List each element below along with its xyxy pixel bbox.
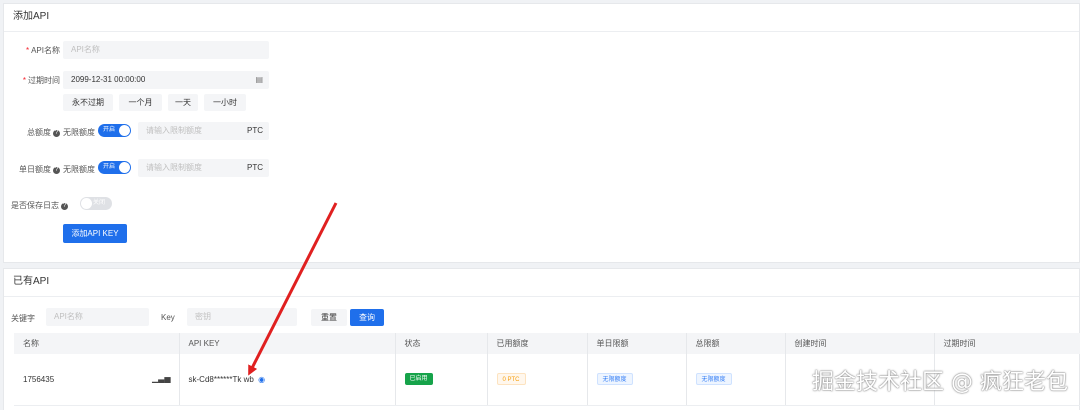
column-header[interactable]: 总限额 — [686, 333, 786, 354]
keyword-input[interactable]: API名称 — [46, 308, 149, 326]
status-badge: 已启用 — [404, 373, 433, 386]
daily-limit-cell: 无限额度 — [587, 354, 687, 406]
existing-api-title: 已有API — [4, 269, 1079, 297]
api-name-label: * API名称 — [25, 46, 60, 55]
daily-unlimited-label: 无限额度 — [63, 165, 95, 174]
expire-time-input[interactable]: 2099-12-31 00:00:00 ▤ — [63, 71, 269, 89]
one-month-button[interactable]: 一个月 — [119, 94, 162, 111]
one-hour-button[interactable]: 一小时 — [204, 94, 246, 111]
eye-icon[interactable]: ◉ — [258, 375, 265, 384]
total-unlimited-label: 无限额度 — [63, 128, 95, 137]
calendar-icon: ▤ — [255, 75, 263, 84]
total-quota-label: 总额度? — [27, 128, 60, 137]
reset-button[interactable]: 重置 — [311, 309, 347, 326]
watermark: 掘金技术社区 @ 疯狂老包 — [812, 370, 1068, 395]
daily-unlimited-toggle[interactable]: 开启 — [98, 161, 131, 174]
keyword-label: 关键字 — [11, 314, 35, 323]
total-limit-badge: 无限额度 — [695, 373, 732, 386]
column-header[interactable]: 单日限额 — [587, 333, 687, 354]
help-icon[interactable]: ? — [53, 130, 60, 137]
add-api-card: 添加API * API名称 API名称 * 过期时间 2099-12-31 00:0… — [3, 3, 1080, 263]
used-cell: 0 PTC — [487, 354, 588, 406]
api-name-value: 1756435 — [23, 374, 55, 384]
search-button[interactable]: 查询 — [350, 309, 384, 326]
status-cell: 已启用 — [395, 354, 488, 406]
key-input[interactable]: 密钥 — [187, 308, 297, 326]
help-icon[interactable]: ? — [53, 167, 60, 174]
total-unlimited-toggle[interactable]: 开启 — [98, 124, 131, 137]
total-limit-cell: 无限额度 — [686, 354, 786, 406]
expire-time-label: * 过期时间 — [22, 76, 60, 85]
add-api-title: 添加API — [4, 4, 1079, 32]
expire-time-value: 2099-12-31 00:00:00 — [71, 75, 146, 84]
daily-limit-badge: 无限额度 — [596, 373, 633, 386]
daily-unit: PTC — [247, 163, 263, 172]
column-header[interactable]: 过期时间 — [934, 333, 1080, 354]
api-key-cell: sk-Cd8******Tk wb ◉ — [179, 354, 396, 406]
never-expire-button[interactable]: 永不过期 — [63, 94, 113, 111]
key-label: Key — [161, 313, 175, 322]
daily-quota-input[interactable]: 请输入限制额度 PTC — [138, 159, 269, 177]
api-name-input[interactable]: API名称 — [63, 41, 269, 59]
one-day-button[interactable]: 一天 — [168, 94, 198, 111]
column-header[interactable]: 名称 — [14, 333, 180, 354]
name-cell: 1756435 ▁▃▅ — [14, 354, 180, 406]
table-header-row: 名称 API KEY 状态 已用额度 单日限额 总限额 创建时间 过期时间 — [14, 333, 1080, 354]
help-icon[interactable]: ? — [61, 203, 68, 210]
api-key-value: sk-Cd8******Tk wb — [188, 374, 254, 384]
save-log-toggle[interactable]: 关闭 — [80, 197, 112, 210]
column-header[interactable]: 状态 — [395, 333, 488, 354]
column-header[interactable]: 已用额度 — [487, 333, 588, 354]
stats-icon[interactable]: ▁▃▅ — [152, 374, 170, 383]
column-header[interactable]: API KEY — [179, 333, 396, 354]
used-badge: 0 PTC — [496, 373, 526, 386]
add-api-key-button[interactable]: 添加API KEY — [63, 224, 127, 243]
total-quota-input[interactable]: 请输入限制额度 PTC — [138, 122, 269, 140]
column-header[interactable]: 创建时间 — [785, 333, 935, 354]
save-log-label: 是否保存日志? — [11, 201, 68, 210]
daily-quota-label: 单日额度? — [19, 165, 60, 174]
total-unit: PTC — [247, 126, 263, 135]
